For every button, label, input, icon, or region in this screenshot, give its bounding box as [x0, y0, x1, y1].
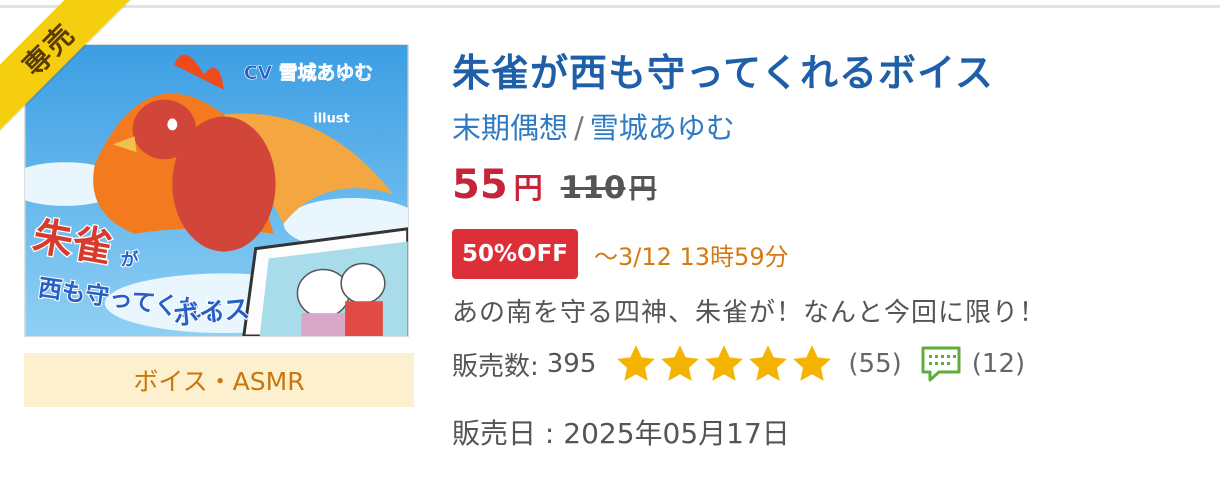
top-divider	[0, 5, 1220, 8]
star-icon	[790, 342, 834, 386]
release-label: 販売日 :	[452, 417, 564, 450]
rating-count[interactable]: (55)	[848, 349, 901, 379]
rating-stars[interactable]	[614, 342, 834, 386]
discount-badge: 50%OFF	[452, 229, 578, 279]
star-icon	[746, 342, 790, 386]
release-date: 2025年05月17日	[563, 417, 790, 450]
svg-text:が: が	[121, 248, 139, 270]
star-icon	[702, 342, 746, 386]
sale-deadline: 〜3/12 13時59分	[594, 242, 789, 271]
catchphrase: あの南を守る四神、朱雀が！なんと今回に限り！	[452, 298, 1047, 328]
maker-line: 末期偶想 / 雪城あゆむ	[452, 105, 735, 147]
exclusive-ribbon: 専売	[0, 0, 140, 140]
ribbon-label: 専売	[16, 17, 83, 83]
release-date-row: 販売日 : 2025年05月17日	[452, 412, 790, 452]
product-title[interactable]: 朱雀が西も守ってくれるボイス	[452, 42, 994, 97]
sales-count: 395	[546, 349, 597, 379]
circle-link[interactable]: 末期偶想	[452, 111, 568, 145]
voice-actor-link[interactable]: 雪城あゆむ	[590, 111, 735, 145]
original-price: 110	[560, 170, 626, 206]
sale-row: 50%OFF 〜3/12 13時59分	[452, 228, 789, 280]
category-tag[interactable]: ボイス・ASMR	[24, 353, 414, 407]
svg-text:illust: illust	[313, 111, 349, 126]
original-price-unit: 円	[629, 174, 657, 205]
sales-label: 販売数:	[452, 351, 539, 382]
current-price-unit: 円	[513, 171, 543, 205]
comment-icon[interactable]	[920, 345, 962, 383]
review-count[interactable]: (12)	[972, 349, 1025, 379]
current-price: 55	[452, 162, 508, 208]
svg-text:CV 雪城あゆむ: CV 雪城あゆむ	[244, 61, 373, 84]
stats-row: 販売数: 395 (55) (12)	[452, 340, 1025, 388]
maker-separator: /	[574, 111, 584, 145]
star-icon	[614, 342, 658, 386]
star-icon	[658, 342, 702, 386]
price-row: 55 円 110 円	[452, 162, 656, 212]
